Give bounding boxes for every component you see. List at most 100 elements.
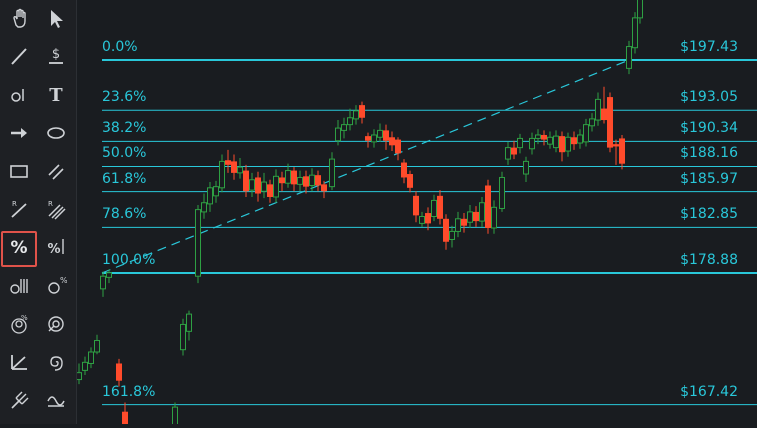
candle-body [106, 272, 112, 278]
fibonacci-extension-tool-button[interactable]: % [38, 231, 74, 267]
candle-body [529, 137, 535, 150]
candle-body [632, 17, 638, 49]
rectangle-tool-button[interactable] [1, 155, 37, 191]
trend-line-tool-button[interactable] [1, 40, 37, 76]
fibonacci-time-zones-tool-button[interactable] [1, 269, 37, 305]
candle-body [279, 177, 285, 184]
svg-text:%: % [21, 314, 28, 322]
candle-body [559, 136, 565, 153]
candle-body [359, 105, 365, 118]
candle-body [347, 117, 353, 126]
candle-body [371, 134, 377, 143]
gann-fan-tool-button[interactable] [1, 346, 37, 382]
cursor-tool-button[interactable] [38, 2, 74, 38]
fib-price-label: $190.34 [680, 120, 738, 137]
rectangle-icon [8, 160, 30, 186]
arrow-tool-button[interactable] [1, 117, 37, 153]
hand-icon [8, 7, 30, 33]
candle-body [571, 137, 577, 145]
regression-channel-icon: R [45, 198, 67, 224]
candle-body [329, 158, 335, 188]
candle-body [511, 147, 517, 155]
candle-body [213, 186, 219, 197]
candle-body [443, 218, 449, 242]
horizontal-ray-tool-button[interactable] [1, 78, 37, 114]
pitchfork-tool-button[interactable] [1, 384, 37, 420]
candle-body [461, 218, 467, 226]
regression-line-icon: R [8, 198, 30, 224]
candle-body [335, 127, 341, 142]
candle-body [389, 137, 395, 146]
percent-icon: % [8, 236, 30, 262]
ellipse-icon [45, 122, 67, 148]
fibonacci-fan-tool-button[interactable]: % [38, 269, 74, 305]
candle-body [100, 275, 106, 290]
candle-body [377, 129, 383, 138]
fib-ratio-label: 78.6% [102, 206, 147, 223]
candle-body [479, 202, 485, 222]
fib-price-label: $178.88 [680, 252, 738, 268]
fib-ratio-label: 23.6% [102, 89, 147, 106]
fib-fan-icon: % [45, 274, 68, 300]
candle-body [553, 135, 559, 149]
candle-body [315, 175, 321, 186]
candle-body [267, 184, 273, 197]
fib-ratio-label: 61.8% [102, 170, 147, 187]
candle-body [94, 340, 100, 353]
angle-icon [8, 351, 30, 377]
line-icon [8, 45, 30, 71]
candle-body [180, 323, 186, 351]
candle-body [297, 176, 303, 185]
candle-body [88, 351, 94, 364]
candle-body [353, 110, 359, 120]
fibonacci-circles-tool-button[interactable] [38, 308, 74, 344]
candle-body [589, 118, 595, 127]
candle-body [255, 177, 261, 194]
price-label-tool-button[interactable]: $ [38, 40, 74, 76]
hand-tool-button[interactable] [1, 2, 37, 38]
horizontal-ray-icon [8, 83, 30, 109]
svg-text:%: % [60, 276, 67, 285]
candle-body [607, 97, 613, 148]
candle-body [285, 170, 291, 184]
spiral-icon [45, 351, 67, 377]
candle-body [237, 166, 243, 174]
candle-body [523, 160, 529, 175]
svg-text:%: % [47, 242, 60, 257]
fib-time-zones-icon [8, 274, 30, 300]
parallel-lines-tool-button[interactable] [38, 155, 74, 191]
candle-body [321, 184, 327, 192]
regression-channel-tool-button[interactable]: R [38, 193, 74, 229]
candle-body [309, 174, 315, 187]
candle-body [517, 137, 523, 149]
cursor-arrow-icon [45, 7, 67, 33]
candle-body [565, 136, 571, 152]
candle-body [243, 170, 249, 192]
fib-circles-icon [45, 313, 67, 339]
candle-body [225, 160, 231, 165]
drawing-toolbar: $ T R R%%%% [0, 0, 77, 424]
fibonacci-retracement-tool-button[interactable]: % [1, 231, 37, 268]
regression-line-tool-button[interactable]: R [1, 193, 37, 229]
chart-canvas[interactable] [76, 0, 757, 428]
candle-body [231, 161, 237, 173]
candle-body [261, 181, 267, 192]
fib-price-label: $188.16 [680, 145, 738, 162]
candle-body [207, 187, 213, 205]
candle-body [172, 406, 178, 428]
fibonacci-arcs-tool-button[interactable]: % [1, 308, 37, 344]
fibonacci-spiral-tool-button[interactable] [38, 346, 74, 382]
percent-extension-icon: % [45, 236, 67, 262]
candle-body [541, 134, 547, 140]
price-chart[interactable]: 0.0% $197.43 23.6% $193.05 38.2% $190.34 50.0%… [76, 0, 757, 428]
candle-body [122, 411, 128, 428]
candle-body [219, 160, 225, 189]
candle-body [583, 124, 589, 143]
svg-text:%: % [10, 238, 27, 258]
candle-body [395, 139, 401, 154]
sine-line-tool-button[interactable] [38, 384, 74, 420]
candle-body [437, 195, 443, 219]
candle-body [431, 199, 437, 218]
ellipse-tool-button[interactable] [38, 117, 74, 153]
text-tool-button[interactable]: T [38, 78, 74, 114]
